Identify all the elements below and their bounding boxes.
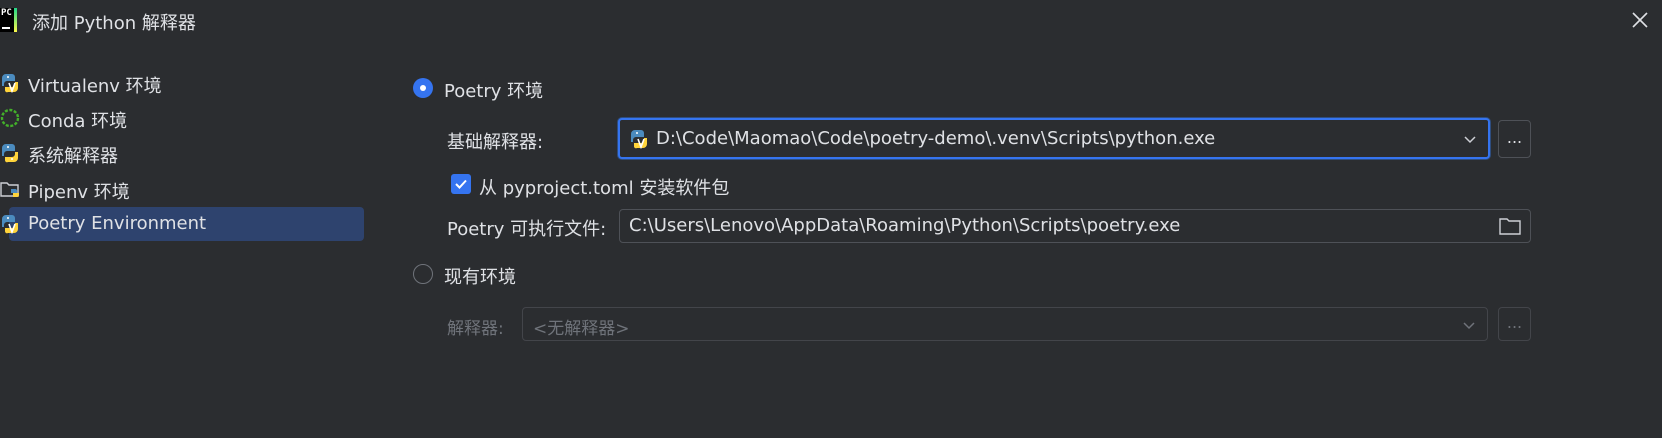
install-packages-checkbox[interactable] <box>451 174 471 194</box>
sidebar-item-label: Conda 环境 <box>28 111 128 132</box>
conda-icon <box>0 108 20 128</box>
python-virtualenv-icon <box>0 73 20 94</box>
base-interpreter-label: 基础解释器: <box>447 132 544 153</box>
existing-environment-label: 现有环境 <box>444 267 516 288</box>
poetry-executable-label: Poetry 可执行文件: <box>447 219 607 240</box>
pipenv-folder-icon <box>0 179 20 199</box>
title-bar: PC 添加 Python 解释器 <box>0 0 1662 40</box>
existing-environment-radio[interactable] <box>413 264 433 284</box>
sidebar-item-pipenv[interactable]: Pipenv 环境 <box>0 172 362 206</box>
existing-interpreter-value: <无解释器> <box>533 319 630 339</box>
chevron-down-icon[interactable] <box>1462 131 1478 151</box>
existing-interpreter-label: 解释器: <box>447 319 504 339</box>
poetry-environment-radio[interactable] <box>413 78 433 98</box>
poetry-icon <box>0 214 20 235</box>
install-packages-label: 从 pyproject.toml 安装软件包 <box>479 178 730 199</box>
close-icon <box>1632 12 1648 28</box>
sidebar-item-label: Pipenv 环境 <box>28 182 130 203</box>
existing-interpreter-combobox[interactable]: <无解释器> <box>522 307 1488 341</box>
chevron-down-icon <box>1461 317 1477 337</box>
sidebar-item-label: 系统解释器 <box>28 146 118 167</box>
folder-icon[interactable] <box>1499 217 1521 239</box>
browse-base-interpreter-button[interactable]: ... <box>1498 120 1531 158</box>
sidebar-item-label: Virtualenv 环境 <box>28 76 162 97</box>
pycharm-app-icon: PC <box>0 8 17 32</box>
browse-existing-interpreter-button[interactable]: ... <box>1498 307 1531 341</box>
base-interpreter-value: D:\Code\Maomao\Code\poetry-demo\.venv\Sc… <box>656 128 1216 149</box>
sidebar-item-poetry[interactable]: Poetry Environment <box>2 207 364 241</box>
window-title: 添加 Python 解释器 <box>32 13 196 34</box>
close-button[interactable] <box>1626 6 1654 34</box>
poetry-executable-value: C:\Users\Lenovo\AppData\Roaming\Python\S… <box>629 215 1181 236</box>
base-interpreter-combobox[interactable]: D:\Code\Maomao\Code\poetry-demo\.venv\Sc… <box>618 118 1490 159</box>
sidebar-item-conda[interactable]: Conda 环境 <box>0 101 362 135</box>
sidebar-item-system-interpreter[interactable]: 系统解释器 <box>0 136 362 170</box>
python-icon <box>0 143 20 163</box>
python-interpreter-icon <box>629 129 649 153</box>
sidebar-item-virtualenv[interactable]: Virtualenv 环境 <box>0 66 362 100</box>
poetry-executable-field[interactable]: C:\Users\Lenovo\AppData\Roaming\Python\S… <box>619 209 1531 243</box>
poetry-environment-label: Poetry 环境 <box>444 81 544 102</box>
checkmark-icon <box>455 179 467 189</box>
sidebar-item-label: Poetry Environment <box>28 213 207 234</box>
